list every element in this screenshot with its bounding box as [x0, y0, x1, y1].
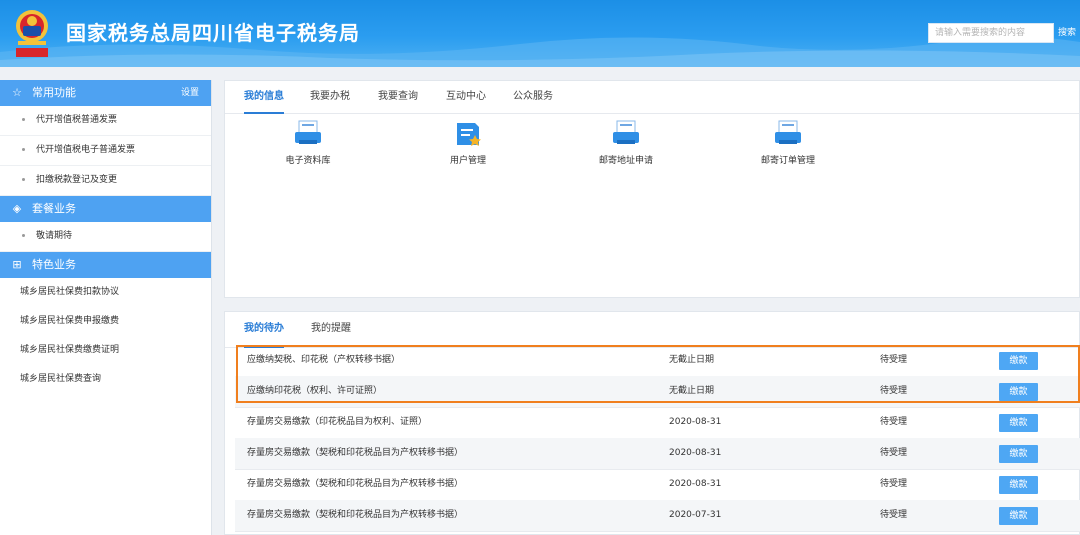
sidebar-item[interactable]: 敬请期待	[0, 222, 211, 252]
todo-status: 待受理	[880, 479, 908, 489]
pay-button[interactable]: 缴款	[999, 352, 1038, 370]
printer-icon	[775, 120, 801, 144]
sidebar-head-package[interactable]: ◈ 套餐业务	[0, 196, 211, 222]
pay-button[interactable]: 缴款	[999, 414, 1038, 432]
printer-icon	[613, 120, 639, 144]
app-label: 邮寄地址申请	[598, 156, 653, 166]
pay-button[interactable]: 缴款	[999, 476, 1038, 494]
pay-button[interactable]: 缴款	[999, 445, 1038, 463]
app-label: 用户管理	[449, 156, 486, 166]
tab-my-info[interactable]: 我的信息	[244, 81, 284, 114]
table-row: 存量房交易缴款（印花税品目为权利、证照） 2020-08-31 待受理 缴款	[235, 407, 1080, 439]
table-row: 应缴纳印花税（权利、许可证照） 无截止日期 待受理 缴款	[235, 376, 1080, 408]
todo-name: 存量房交易缴款（印花税品目为权利、证照）	[247, 417, 428, 427]
info-panel: 我的信息 我要办税 我要查询 互动中心 公众服务 电子资料库 用户管理 邮寄地址…	[224, 80, 1080, 298]
bullet-icon	[22, 118, 25, 121]
info-tabs: 我的信息 我要办税 我要查询 互动中心 公众服务	[225, 81, 1079, 114]
sidebar-item[interactable]: 代开增值税普通发票	[0, 106, 211, 136]
app-mail-orders[interactable]: 邮寄订单管理	[743, 119, 833, 166]
bullet-icon	[22, 234, 25, 237]
todo-status: 待受理	[880, 355, 908, 365]
sidebar-item[interactable]: 城乡居民社保费缴费证明	[0, 336, 211, 365]
app-label: 邮寄订单管理	[760, 156, 815, 166]
search-button[interactable]: 搜索	[1058, 23, 1076, 43]
site-title: 国家税务总局四川省电子税务局	[66, 21, 360, 45]
bullet-icon	[22, 148, 25, 151]
tab-my-reminders[interactable]: 我的提醒	[311, 312, 351, 346]
app-e-library[interactable]: 电子资料库	[263, 119, 353, 166]
sidebar-head-common[interactable]: ☆ 常用功能 设置	[0, 80, 211, 106]
tab-query[interactable]: 我要查询	[378, 81, 418, 112]
sidebar-head-label: 常用功能	[32, 86, 76, 99]
todo-name: 存量房交易缴款（契税和印花税品目为产权转移书据）	[247, 448, 464, 458]
table-row: 存量房交易缴款（契税和印花税品目为产权转移书据） 2020-07-31 待受理 …	[235, 500, 1080, 532]
user-manage-icon	[457, 123, 481, 146]
todo-status: 待受理	[880, 448, 908, 458]
todo-name: 应缴纳印花税（权利、许可证照）	[247, 386, 383, 396]
sidebar-head-label: 套餐业务	[32, 202, 76, 215]
sidebar-item[interactable]: 城乡居民社保费查询	[0, 365, 211, 394]
sidebar-item-label: 敬请期待	[36, 231, 73, 241]
todo-deadline: 2020-08-31	[669, 479, 722, 489]
todo-name: 存量房交易缴款（契税和印花税品目为产权转移书据）	[247, 510, 464, 520]
star-icon: ☆	[12, 86, 22, 99]
todo-status: 待受理	[880, 386, 908, 396]
sidebar: ☆ 常用功能 设置 代开增值税普通发票 代开增值税电子普通发票 扣缴税款登记及变更…	[0, 80, 212, 535]
tab-interaction[interactable]: 互动中心	[446, 81, 486, 112]
printer-icon	[295, 120, 321, 144]
todo-deadline: 无截止日期	[669, 355, 715, 365]
todo-deadline: 2020-08-31	[669, 417, 722, 427]
bullet-icon	[22, 178, 25, 181]
app-user-manage[interactable]: 用户管理	[423, 119, 513, 166]
app-label: 电子资料库	[285, 156, 331, 166]
settings-link[interactable]: 设置	[181, 80, 199, 106]
tax-emblem-icon	[12, 8, 52, 60]
sidebar-head-special[interactable]: ⊞ 特色业务	[0, 252, 211, 278]
sidebar-item-label: 代开增值税普通发票	[36, 115, 118, 125]
search-input[interactable]	[928, 23, 1054, 43]
todo-name: 应缴纳契税、印花税（产权转移书据）	[247, 355, 401, 365]
todo-deadline: 2020-07-31	[669, 510, 722, 520]
grid-icon: ⊞	[12, 258, 22, 271]
top-header: 国家税务总局四川省电子税务局 搜索	[0, 0, 1080, 67]
todo-panel: 我的待办 我的提醒 应缴纳契税、印花税（产权转移书据） 无截止日期 待受理 缴款…	[224, 311, 1080, 535]
sidebar-item[interactable]: 城乡居民社保费扣款协议	[0, 278, 211, 307]
todo-status: 待受理	[880, 510, 908, 520]
table-row: 存量房交易缴款（契税和印花税品目为产权转移书据） 2020-08-31 待受理 …	[235, 438, 1080, 470]
tab-my-todo[interactable]: 我的待办	[244, 312, 284, 348]
tab-public-service[interactable]: 公众服务	[513, 81, 553, 112]
layers-icon: ◈	[12, 202, 22, 215]
todo-status: 待受理	[880, 417, 908, 427]
sidebar-item-label: 扣缴税款登记及变更	[36, 175, 118, 185]
todo-deadline: 2020-08-31	[669, 448, 722, 458]
sidebar-item-label: 代开增值税电子普通发票	[36, 145, 136, 155]
table-row: 存量房交易缴款（契税和印花税品目为产权转移书据） 2020-08-31 待受理 …	[235, 469, 1080, 501]
sidebar-item[interactable]: 代开增值税电子普通发票	[0, 136, 211, 166]
pay-button[interactable]: 缴款	[999, 507, 1038, 525]
todo-deadline: 无截止日期	[669, 386, 715, 396]
app-mail-address[interactable]: 邮寄地址申请	[581, 119, 671, 166]
todo-tabs: 我的待办 我的提醒	[225, 312, 1079, 348]
sidebar-item[interactable]: 城乡居民社保费申报缴费	[0, 307, 211, 336]
sidebar-head-label: 特色业务	[32, 258, 76, 271]
pay-button[interactable]: 缴款	[999, 383, 1038, 401]
tab-tax-service[interactable]: 我要办税	[310, 81, 350, 112]
todo-name: 存量房交易缴款（契税和印花税品目为产权转移书据）	[247, 479, 464, 489]
sidebar-item[interactable]: 扣缴税款登记及变更	[0, 166, 211, 196]
table-row: 应缴纳契税、印花税（产权转移书据） 无截止日期 待受理 缴款	[235, 345, 1080, 377]
